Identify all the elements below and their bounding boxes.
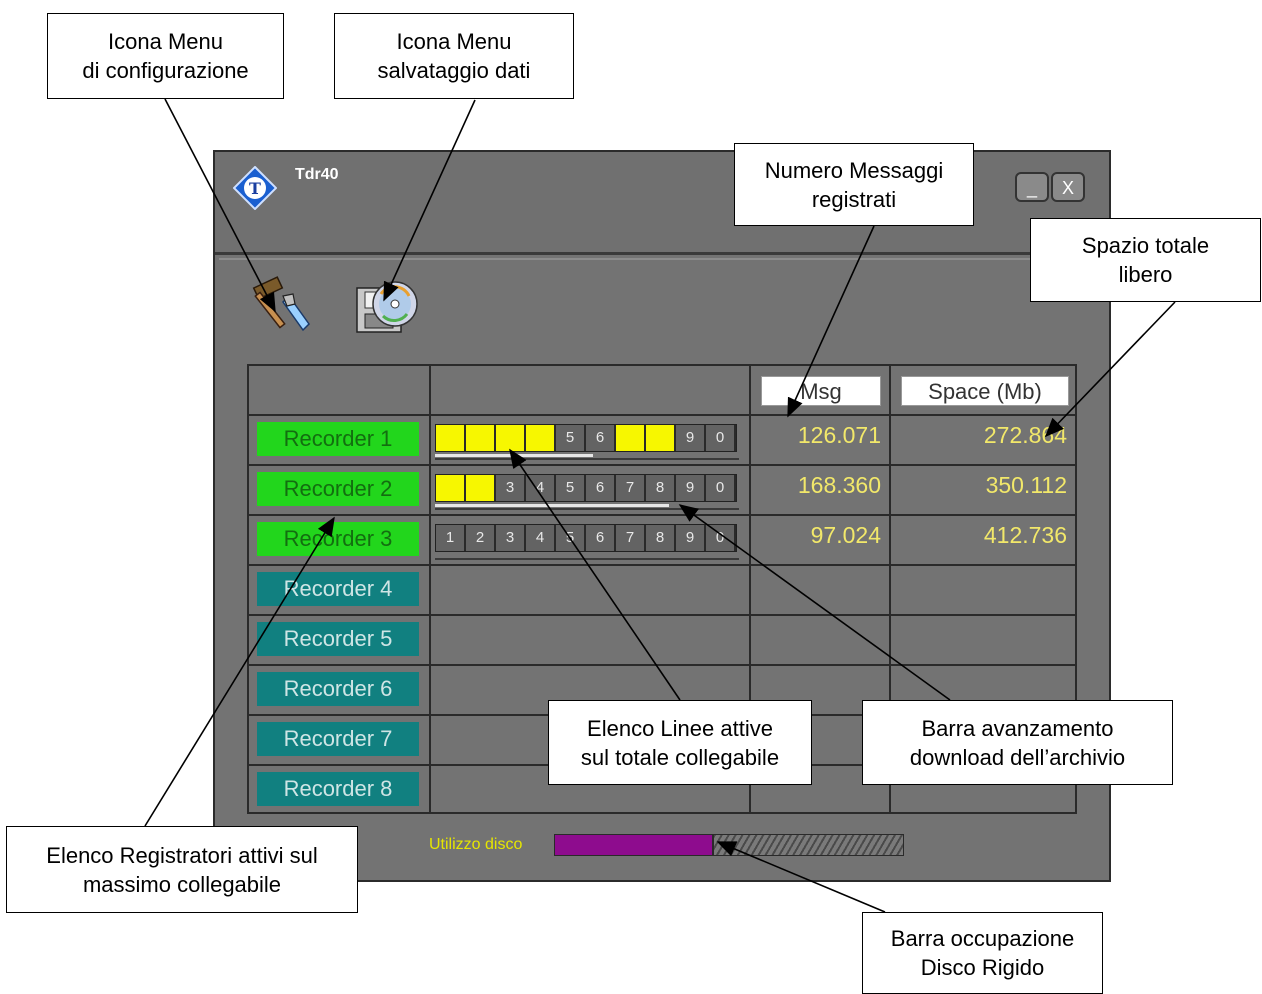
recorder-button[interactable]: Recorder 3 (257, 522, 419, 556)
window-title: Tdr40 (295, 166, 339, 183)
callout-active-recorders: Elenco Registratori attivi sul massimo c… (6, 826, 358, 913)
callout-text: massimo collegabile (82, 871, 282, 897)
line-cell (466, 475, 496, 501)
callout-text: download dell’archivio (909, 744, 1126, 770)
callout-text: Barra avanzamento (921, 715, 1114, 741)
callout-active-lines: Elenco Linee attive sul totale collegabi… (548, 700, 812, 785)
callout-text: di configurazione (82, 58, 249, 83)
app-logo-icon: T (233, 166, 277, 210)
lines-strip: 56 90 (435, 424, 737, 452)
msg-count-value: 168.360 (797, 472, 881, 498)
line-cell: 6 (586, 475, 616, 501)
line-cell: 9 (676, 425, 706, 451)
callout-text: Numero Messaggi (764, 157, 944, 183)
callout-config-menu: Icona Menu di configurazione (47, 13, 284, 99)
main-panel: Msg Space (Mb) Recorder 1 5 6 9 0 126.071 272.… (219, 258, 1105, 880)
download-track (435, 558, 739, 560)
recorder-button[interactable]: Recorder 7 (257, 722, 419, 756)
callout-text: Elenco Linee attive (587, 715, 773, 741)
line-cell: 8 (646, 525, 676, 551)
callout-text: sul totale collegabile (580, 744, 780, 770)
line-cell: 4 (526, 475, 556, 501)
callout-text: registrati (811, 186, 897, 212)
free-space-value: 350.112 (985, 472, 1067, 498)
line-cell (436, 475, 466, 501)
recorder-button[interactable]: Recorder 8 (257, 772, 419, 806)
line-cell: 0 (706, 425, 736, 451)
callout-text: Spazio totale (1081, 233, 1210, 258)
callout-msg-count: Numero Messaggi registrati (734, 143, 974, 226)
download-progress-bar (435, 454, 593, 457)
line-cell: 6 (586, 425, 616, 451)
line-cell (646, 425, 676, 451)
line-cell (496, 425, 526, 451)
line-cell: 0 (706, 475, 736, 501)
callout-download-bar: Barra avanzamento download dell’archivio (862, 700, 1173, 785)
line-cell (436, 425, 466, 451)
line-cell: 9 (676, 525, 706, 551)
recorder-button[interactable]: Recorder 2 (257, 472, 419, 506)
logo-letter: T (249, 179, 261, 198)
callout-free-space: Spazio totale libero (1030, 218, 1261, 302)
minimize-button[interactable]: _ (1015, 172, 1049, 202)
recorder-button[interactable]: Recorder 5 (257, 622, 419, 656)
callout-save-menu: Icona Menu salvataggio dati (334, 13, 574, 99)
download-track (435, 458, 739, 460)
callout-disk-bar: Barra occupazione Disco Rigido (862, 912, 1103, 994)
disk-usage-fill (555, 835, 714, 855)
line-cell: 7 (616, 525, 646, 551)
recorder-button[interactable]: Recorder 1 (257, 422, 419, 456)
line-cell (616, 425, 646, 451)
line-cell: 1 (436, 525, 466, 551)
callout-text: Icona Menu (396, 29, 512, 54)
callout-text: Elenco Registratori attivi sul (46, 842, 318, 868)
disk-usage-bar (554, 834, 904, 856)
msg-count-value: 97.024 (810, 522, 881, 548)
line-cell: 7 (616, 475, 646, 501)
line-cell: 5 (556, 525, 586, 551)
space-column-header: Space (Mb) (901, 376, 1069, 406)
disk-save-icon[interactable] (353, 274, 421, 338)
tools-icon[interactable] (249, 276, 315, 336)
free-space-value: 412.736 (983, 522, 1067, 548)
callout-text: Icona Menu (108, 29, 223, 54)
msg-column-header: Msg (761, 376, 881, 406)
msg-count-value: 126.071 (797, 422, 881, 448)
close-button[interactable]: X (1051, 172, 1085, 202)
line-cell: 8 (646, 475, 676, 501)
line-cell: 5 (556, 425, 586, 451)
free-space-value: 272.864 (983, 422, 1067, 448)
download-track (435, 508, 739, 510)
download-progress-bar (435, 504, 669, 507)
line-cell: 3 (496, 525, 526, 551)
callout-text: Barra occupazione (890, 926, 1075, 951)
line-cell: 0 (706, 525, 736, 551)
callout-text: libero (1118, 262, 1173, 287)
disk-usage-label: Utilizzo disco (429, 836, 523, 853)
line-cell: 9 (676, 475, 706, 501)
title-bar[interactable]: T Tdr40 _ X (215, 152, 1109, 255)
recorder-button[interactable]: Recorder 6 (257, 672, 419, 706)
line-cell: 3 (496, 475, 526, 501)
line-cell: 4 (526, 525, 556, 551)
callout-text: salvataggio dati (377, 58, 531, 83)
callout-text: Disco Rigido (920, 955, 1045, 980)
lines-strip: 34567890 (435, 474, 737, 502)
line-cell: 2 (466, 525, 496, 551)
line-cell (526, 425, 556, 451)
line-cell (466, 425, 496, 451)
lines-strip: 1234567890 (435, 524, 737, 552)
recorder-button[interactable]: Recorder 4 (257, 572, 419, 606)
line-cell: 6 (586, 525, 616, 551)
line-cell: 5 (556, 475, 586, 501)
